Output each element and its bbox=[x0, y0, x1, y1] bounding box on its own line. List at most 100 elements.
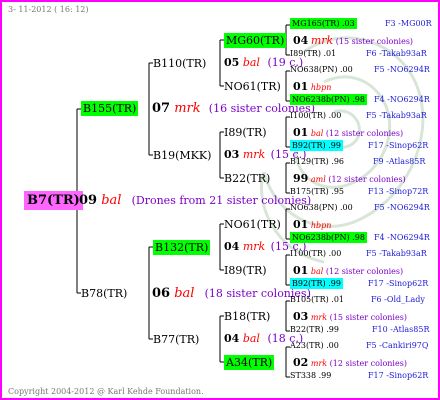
gen5-row[interactable]: NO638(PN) .00 bbox=[290, 66, 353, 74]
gen5-row[interactable]: I89(TR) .01 bbox=[290, 50, 336, 58]
gen5-note: (12 sister colonies) bbox=[328, 175, 406, 184]
gen5-left: B129(TR) .96 bbox=[290, 157, 345, 166]
gen3-a-id: B110(TR) bbox=[153, 57, 207, 70]
root-info: 09 bal (Drones from 21 sister colonies) bbox=[79, 194, 311, 207]
gen4-d1-node[interactable]: B18(TR) bbox=[224, 311, 270, 322]
gen5-row[interactable]: B22(TR) .99 bbox=[290, 326, 339, 334]
gen4-d2-id: A34(TR) bbox=[224, 355, 275, 370]
gen5-year: 03 bbox=[293, 310, 309, 323]
gen4-b2-node[interactable]: B22(TR) bbox=[224, 173, 270, 184]
gen4-c1-node[interactable]: NO61(TR) bbox=[224, 219, 281, 230]
gen5-left: I89(TR) .01 bbox=[290, 49, 337, 58]
gen5-row[interactable]: B92(TR) .99 bbox=[290, 140, 343, 151]
gen5-row[interactable]: NO6238b(PN) .98 bbox=[290, 232, 367, 243]
root-id: B7(TR) bbox=[24, 191, 83, 210]
gen4-b1-node[interactable]: I89(TR) bbox=[224, 127, 267, 138]
gen5-breed: bal bbox=[310, 129, 324, 138]
gen5-note: (12 sister colonies) bbox=[325, 129, 404, 138]
gen5-breed: bal bbox=[310, 267, 324, 276]
gen4-d1-id: B18(TR) bbox=[224, 310, 271, 323]
gen5-info: 04 mrk (15 sister colonies) bbox=[293, 35, 413, 46]
gen5-row[interactable]: NO638(PN) .00 bbox=[290, 204, 353, 212]
gen5-info: 01 bal (12 sister colonies) bbox=[293, 265, 403, 276]
gen5-right: F6 -Old_Lady bbox=[371, 295, 425, 304]
gen5-year: 01 bbox=[293, 126, 309, 139]
gen5-left: ST338 .99 bbox=[290, 371, 332, 380]
gen5-info: 02 mrk (12 sister colonies) bbox=[293, 357, 407, 368]
gen3-d-node[interactable]: B77(TR) bbox=[153, 334, 199, 345]
gen5-left: B105(TR) .01 bbox=[290, 295, 345, 304]
gen5-right: F5 -NO6294R bbox=[374, 65, 430, 74]
gen5-info: 01 hbpn bbox=[293, 81, 331, 92]
root-note: (Drones from 21 sister colonies) bbox=[131, 194, 312, 207]
gen5-left: B92(TR) .99 bbox=[290, 140, 343, 151]
gen5-right: F13 -Sinop72R bbox=[368, 187, 429, 196]
pedigree-frame: 3- 11-2012 ( 16: 12) Copyright 2004-2012… bbox=[0, 0, 440, 400]
gen2-upper-id: B155(TR) bbox=[81, 101, 139, 116]
gen5-right: F5 -Takab93aR bbox=[366, 249, 427, 258]
gen5-info: 01 bal (12 sister colonies) bbox=[293, 127, 403, 138]
gen5-note: (15 sister colonies) bbox=[335, 37, 414, 46]
root-year: 09 bbox=[79, 193, 98, 208]
gen5-breed: hbpn bbox=[310, 221, 332, 230]
gen2-upper-node[interactable]: B155(TR) bbox=[81, 101, 139, 116]
gen2-upper-breed: mrk bbox=[174, 101, 201, 116]
gen5-note: (12 sister colonies) bbox=[325, 267, 404, 276]
gen5-row[interactable]: A23(TR) .00 bbox=[290, 342, 339, 350]
gen4-b2-id: B22(TR) bbox=[224, 172, 271, 185]
gen5-right: F5 -Takab93aR bbox=[366, 111, 427, 120]
gen5-info: 01 hbpn bbox=[293, 219, 331, 230]
gen5-left: B92(TR) .99 bbox=[290, 278, 343, 289]
gen3-a-node[interactable]: B110(TR) bbox=[153, 58, 206, 69]
gen5-note: (15 sister colonies) bbox=[329, 313, 407, 322]
gen5-row[interactable]: B129(TR) .96 bbox=[290, 158, 344, 166]
gen4-a1-node[interactable]: MG60(TR) bbox=[224, 33, 287, 48]
gen4-d2-node[interactable]: A34(TR) bbox=[224, 355, 275, 370]
gen5-row[interactable]: NO6238b(PN) .98 bbox=[290, 94, 367, 105]
gen3-b-node[interactable]: B19(MKK) bbox=[153, 150, 211, 161]
gen2-lower-node[interactable]: B78(TR) bbox=[81, 288, 127, 299]
gen3-b-breed: mrk bbox=[242, 148, 266, 161]
gen5-right: F3 -MG00R bbox=[385, 19, 432, 28]
gen5-left: NO6238b(PN) .98 bbox=[290, 94, 367, 105]
gen5-year: 01 bbox=[293, 264, 309, 277]
root-breed: bal bbox=[101, 193, 122, 208]
gen5-right: F17 -Sinop62R bbox=[368, 279, 429, 288]
gen3-b-year: 03 bbox=[224, 148, 240, 161]
gen3-c-node[interactable]: B132(TR) bbox=[153, 240, 211, 255]
gen5-row[interactable]: MG165(TR) .03 bbox=[290, 18, 357, 29]
gen3-c-id: B132(TR) bbox=[153, 240, 211, 255]
gen3-c-year: 04 bbox=[224, 240, 240, 253]
gen5-row[interactable]: I100(TR) .00 bbox=[290, 112, 341, 120]
gen5-year: 04 bbox=[293, 34, 309, 47]
gen2-lower-breed: bal bbox=[174, 286, 195, 301]
gen5-left: NO638(PN) .00 bbox=[290, 203, 353, 212]
gen5-left: A23(TR) .00 bbox=[290, 341, 339, 350]
gen5-row[interactable]: ST338 .99 bbox=[290, 372, 331, 380]
gen3-d-breed: bal bbox=[242, 332, 260, 345]
gen3-b-id: B19(MKK) bbox=[153, 149, 212, 162]
gen3-a-breed: bal bbox=[242, 56, 260, 69]
gen5-right: F6 -Takab93aR bbox=[366, 49, 427, 58]
gen5-left: NO6238b(PN) .98 bbox=[290, 232, 367, 243]
root-node[interactable]: B7(TR) bbox=[24, 191, 83, 210]
gen5-row[interactable]: B105(TR) .01 bbox=[290, 296, 344, 304]
gen4-a1-id: MG60(TR) bbox=[224, 33, 287, 48]
gen5-info: 99 aml (12 sister colonies) bbox=[293, 173, 406, 184]
gen5-row[interactable]: B92(TR) .99 bbox=[290, 278, 343, 289]
gen4-c2-id: I89(TR) bbox=[224, 264, 267, 277]
gen2-upper-year: 07 bbox=[152, 101, 171, 116]
gen4-c2-node[interactable]: I89(TR) bbox=[224, 265, 267, 276]
gen5-left: I100(TR) .00 bbox=[290, 111, 342, 120]
gen5-right: F9 -Atlas85R bbox=[373, 157, 426, 166]
gen5-right: F17 -Sinop62R bbox=[368, 141, 429, 150]
gen5-note: (12 sister colonies) bbox=[329, 359, 407, 368]
gen5-right: F5 -Cankiri97Q bbox=[366, 341, 429, 350]
gen2-lower-id: B78(TR) bbox=[81, 287, 128, 300]
gen2-lower-info: 06 bal (18 sister colonies) bbox=[152, 287, 311, 300]
gen5-breed: mrk bbox=[310, 359, 328, 368]
gen4-a2-node[interactable]: NO61(TR) bbox=[224, 81, 281, 92]
gen5-row[interactable]: I100(TR) .00 bbox=[290, 250, 341, 258]
gen5-breed: mrk bbox=[310, 34, 334, 47]
gen5-row[interactable]: B175(TR) .95 bbox=[290, 188, 344, 196]
